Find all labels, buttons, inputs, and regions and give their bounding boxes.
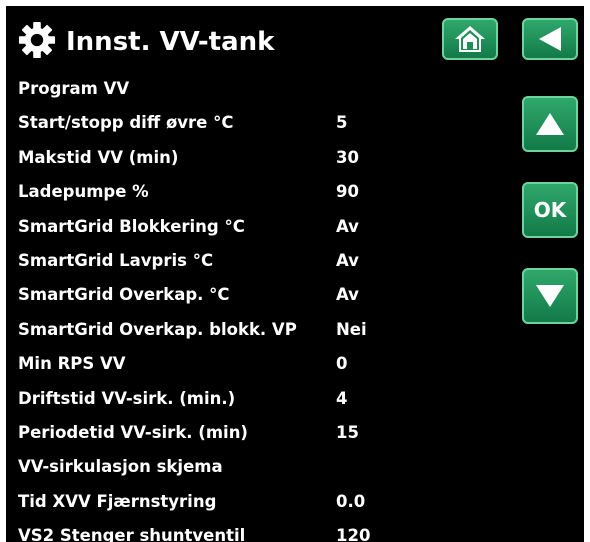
menu-row[interactable]: Min RPS VV 0 — [6, 347, 506, 381]
settings-list: Program VV Start/stopp diff øvre °C 5 Mak… — [6, 72, 506, 542]
menu-row-label: Min RPS VV — [18, 354, 126, 374]
menu-row-value: Av — [336, 216, 359, 236]
menu-row[interactable]: VV-sirkulasjon skjema — [6, 450, 506, 484]
menu-row-value: 4 — [336, 388, 348, 408]
arrow-down-icon — [536, 285, 564, 307]
menu-row-label: SmartGrid Overkap. blokk. VP — [18, 319, 297, 339]
menu-row[interactable]: Tid XVV Fjærnstyring 0.0 — [6, 485, 506, 519]
menu-row-value: 0 — [336, 354, 348, 374]
page-title: Innst. VV-tank — [66, 27, 275, 57]
scroll-down-button[interactable] — [522, 268, 578, 324]
menu-row[interactable]: Program VV — [6, 72, 506, 106]
menu-row[interactable]: SmartGrid Blokkering °C Av — [6, 210, 506, 244]
scroll-up-button[interactable] — [522, 96, 578, 152]
menu-row[interactable]: Makstid VV (min) 30 — [6, 141, 506, 175]
gear-icon — [18, 21, 56, 59]
menu-row-label: Ladepumpe % — [18, 182, 149, 202]
menu-row[interactable]: SmartGrid Overkap. °C Av — [6, 278, 506, 312]
menu-row-value: 120 — [336, 526, 371, 542]
menu-row-label: SmartGrid Lavpris °C — [18, 250, 214, 270]
menu-row-label: Program VV — [18, 79, 130, 98]
header: Innst. VV-tank — [6, 6, 584, 72]
menu-row-value: 0.0 — [336, 491, 366, 511]
menu-row[interactable]: Ladepumpe % 90 — [6, 175, 506, 209]
menu-row[interactable]: VS2 Stenger shuntventil 120 — [6, 519, 506, 542]
display-panel: Innst. VV-tank OK Program VV Start/stopp… — [6, 6, 584, 542]
menu-row-label: Start/stopp diff øvre °C — [18, 113, 234, 133]
menu-row-label: VV-sirkulasjon skjema — [18, 457, 223, 477]
menu-row-value: 5 — [336, 113, 348, 133]
menu-row-value: Av — [336, 250, 359, 270]
menu-row-value: 15 — [336, 422, 359, 442]
ok-label: OK — [533, 198, 567, 222]
menu-row[interactable]: SmartGrid Lavpris °C Av — [6, 244, 506, 278]
ok-button[interactable]: OK — [522, 182, 578, 238]
menu-row-value: 90 — [336, 182, 359, 202]
menu-row-value: Av — [336, 285, 359, 305]
menu-row-value: Nei — [336, 319, 367, 339]
menu-row-label: Makstid VV (min) — [18, 147, 179, 167]
back-button[interactable] — [522, 18, 578, 60]
menu-row-value: 30 — [336, 147, 359, 167]
menu-row[interactable]: Driftstid VV-sirk. (min.) 4 — [6, 382, 506, 416]
menu-row-label: SmartGrid Overkap. °C — [18, 285, 230, 305]
home-button[interactable] — [442, 18, 498, 60]
menu-row[interactable]: Start/stopp diff øvre °C 5 — [6, 106, 506, 140]
arrow-up-icon — [536, 113, 564, 135]
menu-row-label: Periodetid VV-sirk. (min) — [18, 422, 248, 442]
menu-row-label: VS2 Stenger shuntventil — [18, 526, 246, 542]
menu-row[interactable]: SmartGrid Overkap. blokk. VP Nei — [6, 313, 506, 347]
menu-row-label: SmartGrid Blokkering °C — [18, 216, 245, 236]
menu-row[interactable]: Periodetid VV-sirk. (min) 15 — [6, 416, 506, 450]
back-arrow-icon — [539, 27, 561, 51]
menu-row-label: Driftstid VV-sirk. (min.) — [18, 388, 236, 408]
home-icon — [455, 26, 485, 52]
screen: Innst. VV-tank OK Program VV Start/stopp… — [0, 0, 590, 542]
menu-row-label: Tid XVV Fjærnstyring — [18, 491, 217, 511]
